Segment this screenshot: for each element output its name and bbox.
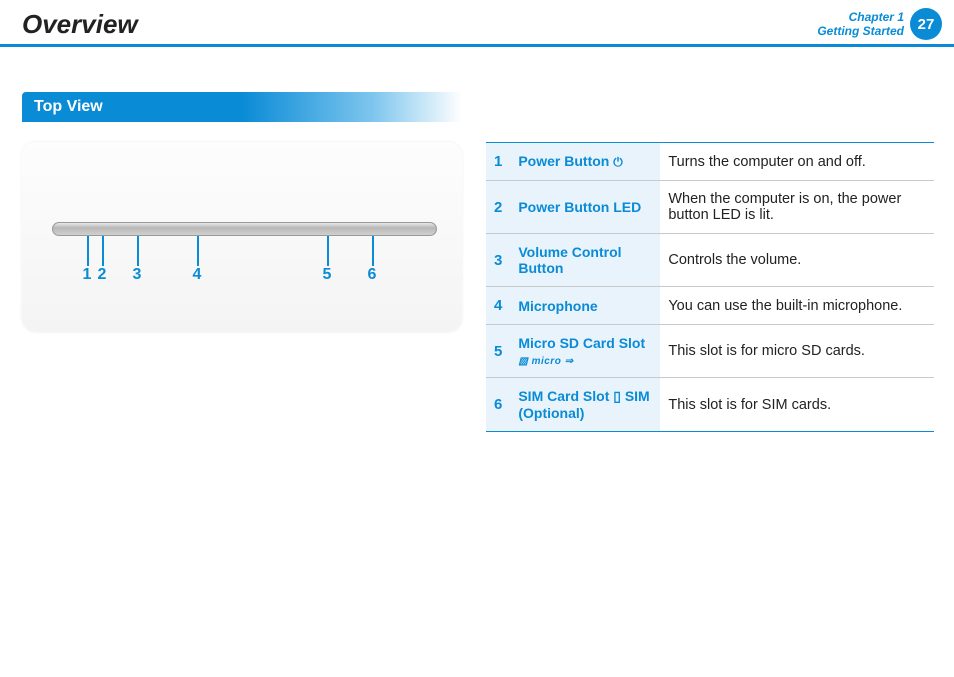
row-desc: When the computer is on, the power butto… [660, 181, 934, 234]
callout-line-2 [102, 236, 104, 266]
table-row: 1 Power Button ⏻ Turns the computer on a… [486, 143, 934, 181]
power-icon: ⏻ [613, 155, 623, 169]
callout-3: 3 [133, 266, 142, 284]
device-illustration [52, 222, 437, 236]
page-number-badge: 27 [910, 8, 942, 40]
row-name: Power Button LED [510, 181, 660, 234]
parts-table: 1 Power Button ⏻ Turns the computer on a… [486, 142, 934, 432]
callout-4: 4 [193, 266, 202, 284]
row-desc: You can use the built-in microphone. [660, 287, 934, 325]
row-number: 2 [486, 181, 510, 234]
callout-2: 2 [98, 266, 107, 284]
content-row: 1 2 3 4 5 6 1 Power Button ⏻ Turns the c… [0, 142, 954, 432]
table-row: 4 Microphone You can use the built-in mi… [486, 287, 934, 325]
row-name: Microphone [510, 287, 660, 325]
table-row: 2 Power Button LED When the computer is … [486, 181, 934, 234]
row-name: Power Button ⏻ [510, 143, 660, 181]
row-number: 1 [486, 143, 510, 181]
row-number: 6 [486, 378, 510, 432]
chapter-line2: Getting Started [817, 24, 904, 38]
parts-table-wrap: 1 Power Button ⏻ Turns the computer on a… [486, 142, 934, 432]
page-header: Overview Chapter 1 Getting Started 27 [0, 0, 954, 47]
table-row: 6 SIM Card Slot ▯ SIM (Optional) This sl… [486, 378, 934, 432]
row-name: Micro SD Card Slot▧ micro ⇒ [510, 325, 660, 378]
page-title: Overview [0, 9, 138, 40]
row-name: Volume Control Button [510, 234, 660, 287]
row-desc: Controls the volume. [660, 234, 934, 287]
row-desc: This slot is for SIM cards. [660, 378, 934, 432]
row-number: 3 [486, 234, 510, 287]
section-title-bar: Top View [22, 92, 462, 122]
row-desc: This slot is for micro SD cards. [660, 325, 934, 378]
row-number: 5 [486, 325, 510, 378]
callout-5: 5 [323, 266, 332, 284]
row-number: 4 [486, 287, 510, 325]
chapter-info: Chapter 1 Getting Started [817, 10, 910, 39]
chapter-line1: Chapter 1 [817, 10, 904, 24]
section-title: Top View [34, 98, 103, 116]
table-row: 5 Micro SD Card Slot▧ micro ⇒ This slot … [486, 325, 934, 378]
callout-6: 6 [368, 266, 377, 284]
table-row: 3 Volume Control Button Controls the vol… [486, 234, 934, 287]
callout-line-3 [137, 236, 139, 266]
callout-line-5 [327, 236, 329, 266]
row-desc: Turns the computer on and off. [660, 143, 934, 181]
top-view-figure: 1 2 3 4 5 6 [22, 142, 462, 332]
row-name: SIM Card Slot ▯ SIM (Optional) [510, 378, 660, 432]
callout-1: 1 [83, 266, 92, 284]
microsd-icon: ▧ micro ⇒ [518, 356, 573, 367]
callout-line-1 [87, 236, 89, 266]
callout-line-4 [197, 236, 199, 266]
callout-line-6 [372, 236, 374, 266]
header-right: Chapter 1 Getting Started 27 [817, 8, 954, 40]
